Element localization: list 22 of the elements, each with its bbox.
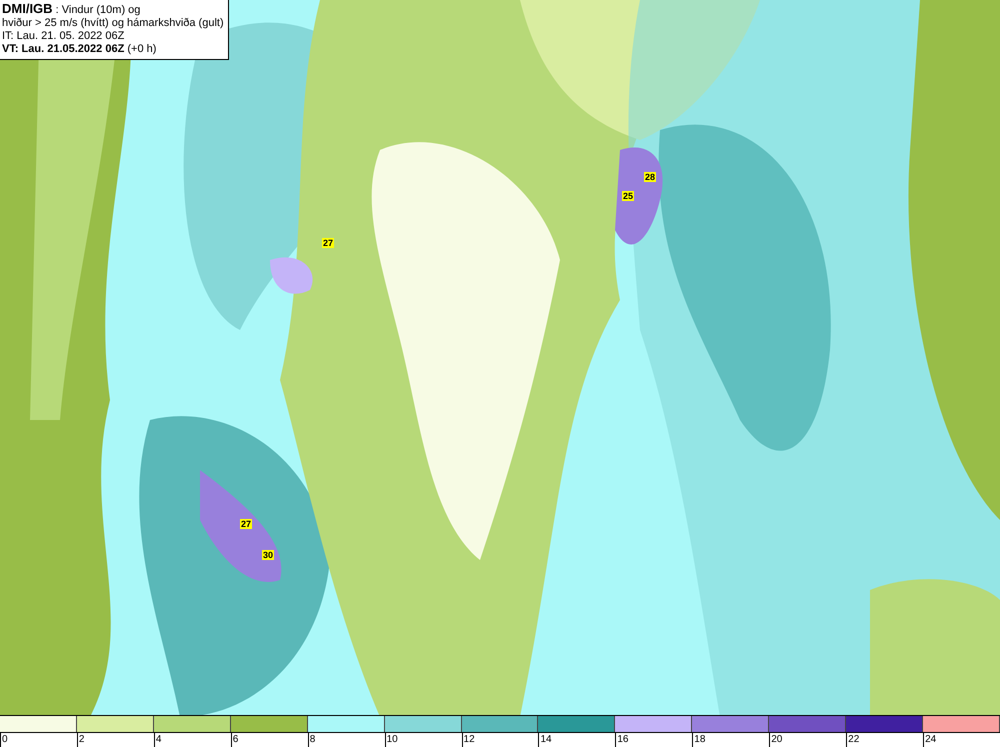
legend-tick-label: 16 <box>615 733 692 747</box>
legend-tick-label: 6 <box>230 733 308 747</box>
map-title: DMI/IGB : Vindur (10m) og <box>2 2 142 17</box>
legend-tick-label: 8 <box>308 733 385 747</box>
legend-tick-label: 0 <box>0 733 77 747</box>
legend-tick-label: 18 <box>692 733 770 747</box>
gust-label: 25 <box>622 191 634 201</box>
gust-label: 28 <box>644 172 656 182</box>
gust-label: 27 <box>322 238 334 248</box>
legend-tick-label: 22 <box>846 733 924 747</box>
map-subtitle: hviður > 25 m/s (hvítt) og hámarkshviða (gult) <box>2 17 224 30</box>
legend-tick-label: 2 <box>76 733 154 747</box>
initial-time: IT: Lau. 21. 05. 2022 06Z <box>2 30 126 43</box>
legend-tick-label: 14 <box>538 733 616 747</box>
valid-time: VT: Lau. 21.05.2022 06Z (+0 h) <box>2 43 158 56</box>
legend-tick-label: 24 <box>923 733 1000 747</box>
gust-label: 27 <box>240 519 252 529</box>
legend-tick-label: 20 <box>769 733 846 747</box>
legend-tick-label: 10 <box>384 733 462 747</box>
legend-tick-label: 12 <box>462 733 538 747</box>
gust-label: 30 <box>262 550 274 560</box>
legend-tick-label: 4 <box>154 733 231 747</box>
